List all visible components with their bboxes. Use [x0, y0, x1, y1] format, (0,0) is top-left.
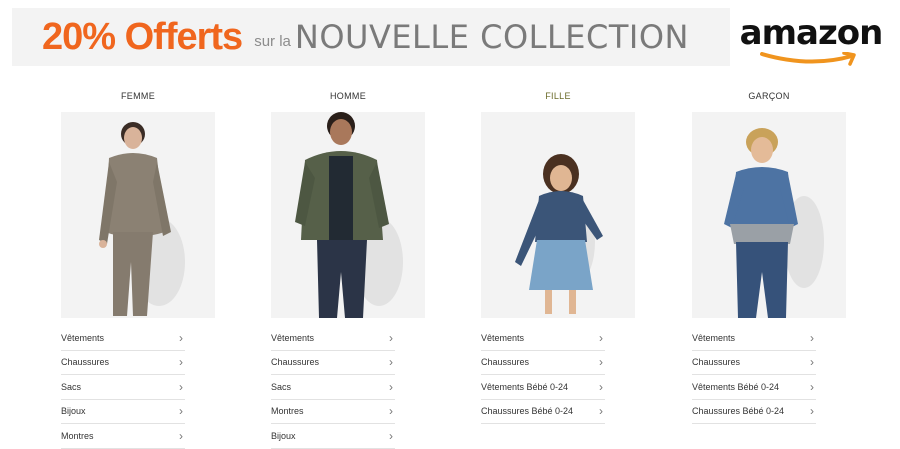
photo-homme[interactable] [271, 112, 425, 318]
category-label: Chaussures Bébé 0-24 [692, 406, 785, 417]
chevron-right-icon: › [810, 355, 814, 370]
category-link[interactable]: Vêtements › [271, 326, 395, 351]
promo-banner[interactable]: 20% Offerts sur la NOUVELLE COLLECTION a… [12, 8, 892, 66]
chevron-right-icon: › [599, 330, 603, 345]
category-label: Chaussures [692, 357, 741, 368]
chevron-right-icon: › [179, 379, 183, 394]
category-link[interactable]: Sacs › [61, 375, 185, 400]
category-link[interactable]: Chaussures › [481, 351, 605, 375]
category-label: Chaussures [61, 357, 110, 368]
category-label: Bijoux [271, 430, 296, 441]
category-list-homme: Vêtements › Chaussures › Sacs › Montres › Bi… [271, 326, 395, 449]
chevron-right-icon: › [179, 428, 183, 443]
category-label: Vêtements [692, 332, 736, 343]
chevron-right-icon: › [810, 379, 814, 394]
category-link[interactable]: Vêtements › [692, 326, 816, 351]
category-link[interactable]: Vêtements Bébé 0-24 › [481, 375, 605, 400]
chevron-right-icon: › [389, 330, 393, 345]
chevron-right-icon: › [810, 330, 814, 345]
smile-arrow-icon [760, 52, 856, 66]
category-list-garcon: Vêtements › Chaussures › Vêtements Bébé 0-… [692, 326, 816, 424]
column-femme: FEMME Vêtements › Chaussures › Sacs › Bijou… [61, 86, 215, 449]
category-label: Vêtements [271, 332, 315, 343]
photo-femme[interactable] [61, 112, 215, 318]
category-link[interactable]: Vêtements Bébé 0-24 › [692, 375, 816, 400]
category-label: Vêtements [481, 332, 525, 343]
column-title-garcon[interactable]: GARÇON [692, 86, 846, 106]
category-link[interactable]: Bijoux › [61, 400, 185, 424]
column-title-homme[interactable]: HOMME [271, 86, 425, 106]
category-link[interactable]: Vêtements › [481, 326, 605, 351]
promo-text: 20% Offerts sur la NOUVELLE COLLECTION [12, 8, 689, 66]
category-link[interactable]: Chaussures › [692, 351, 816, 375]
connector-text: sur la [254, 32, 291, 50]
category-label: Chaussures [481, 357, 530, 368]
category-link[interactable]: Bijoux › [271, 424, 395, 449]
chevron-right-icon: › [389, 355, 393, 370]
chevron-right-icon: › [179, 355, 183, 370]
category-link[interactable]: Chaussures › [61, 351, 185, 375]
brand-name: amazon [739, 13, 884, 53]
category-label: Sacs [61, 381, 82, 392]
category-label: Bijoux [61, 406, 86, 417]
category-list-femme: Vêtements › Chaussures › Sacs › Bijoux › Mon… [61, 326, 185, 449]
category-link[interactable]: Chaussures › [271, 351, 395, 375]
category-label: Montres [271, 406, 304, 417]
category-link[interactable]: Vêtements › [61, 326, 185, 351]
category-link[interactable]: Chaussures Bébé 0-24 › [692, 400, 816, 424]
category-label: Vêtements Bébé 0-24 [481, 381, 569, 392]
chevron-right-icon: › [599, 355, 603, 370]
chevron-right-icon: › [179, 404, 183, 419]
category-list-fille: Vêtements › Chaussures › Vêtements Bébé 0-… [481, 326, 605, 424]
column-fille: FILLE Vêtements › Chaussures › Vêtements B… [481, 86, 635, 424]
chevron-right-icon: › [810, 404, 814, 419]
category-label: Vêtements [61, 332, 105, 343]
category-label: Chaussures [271, 357, 320, 368]
column-homme: HOMME Vêtements › Chaussures › Sacs › Montr… [271, 86, 425, 449]
discount-text: 20% Offerts [42, 15, 243, 58]
column-title-fille[interactable]: FILLE [481, 86, 635, 106]
photo-fille[interactable] [481, 112, 635, 318]
category-link[interactable]: Montres › [271, 400, 395, 424]
category-link[interactable]: Chaussures Bébé 0-24 › [481, 400, 605, 424]
brand-logo[interactable]: amazon [730, 8, 892, 66]
category-link[interactable]: Montres › [61, 424, 185, 449]
category-label: Vêtements Bébé 0-24 [692, 381, 780, 392]
chevron-right-icon: › [179, 330, 183, 345]
column-title-femme[interactable]: FEMME [61, 86, 215, 106]
chevron-right-icon: › [599, 379, 603, 394]
chevron-right-icon: › [389, 404, 393, 419]
category-label: Sacs [271, 381, 292, 392]
category-label: Chaussures Bébé 0-24 [481, 406, 574, 417]
chevron-right-icon: › [599, 404, 603, 419]
photo-garcon[interactable] [692, 112, 846, 318]
column-garcon: GARÇON Vêtements › Chaussures › Vêtements … [692, 86, 846, 424]
chevron-right-icon: › [389, 379, 393, 394]
category-label: Montres [61, 430, 94, 441]
category-link[interactable]: Sacs › [271, 375, 395, 400]
chevron-right-icon: › [389, 428, 393, 443]
collection-text: NOUVELLE COLLECTION [294, 18, 689, 56]
